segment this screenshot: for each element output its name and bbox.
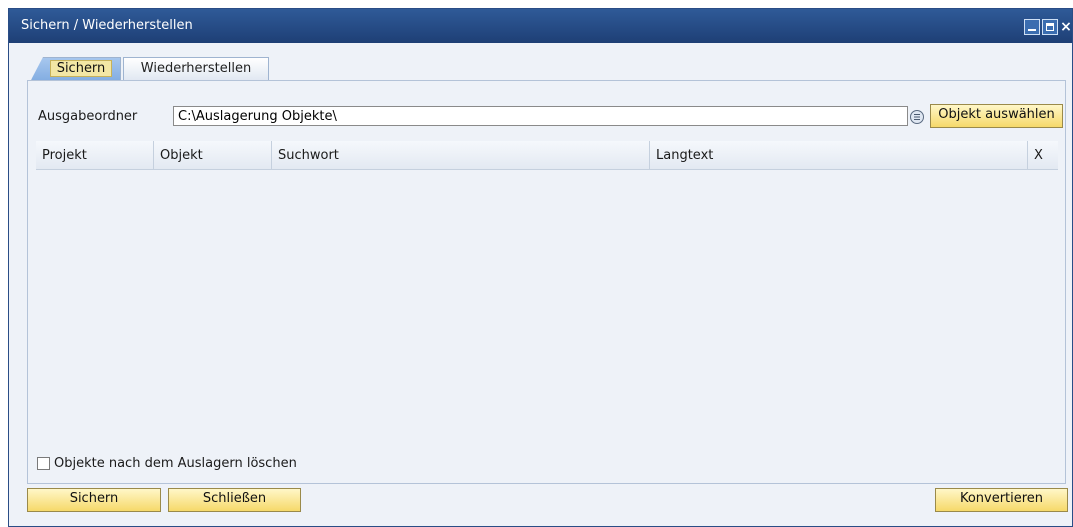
tab-sichern-label: Sichern [49,60,113,77]
save-button[interactable]: Sichern [27,488,161,512]
dialog-window: Sichern / Wiederherstellen × Sichern Wie… [8,8,1073,527]
column-x[interactable]: X [1028,141,1058,170]
output-folder-label: Ausgabeordner [38,109,138,124]
minimize-icon[interactable] [1024,19,1040,35]
list-icon[interactable] [910,110,924,124]
objects-table: Projekt Objekt Suchwort Langtext X [36,141,1058,481]
tab-sichern[interactable]: Sichern [31,57,121,80]
tab-panel: Ausgabeordner Objekt auswählen Projekt O… [27,80,1066,484]
title-bar[interactable]: Sichern / Wiederherstellen × [9,9,1072,43]
maximize-icon[interactable] [1042,19,1058,35]
delete-after-export-checkbox[interactable] [37,457,50,470]
table-header: Projekt Objekt Suchwort Langtext X [36,141,1058,170]
delete-after-export-option[interactable]: Objekte nach dem Auslagern löschen [37,456,297,471]
close-button[interactable]: Schließen [168,488,301,512]
window-controls: × [1024,19,1072,35]
convert-button[interactable]: Konvertieren [935,488,1068,512]
column-objekt[interactable]: Objekt [154,141,272,170]
column-suchwort[interactable]: Suchwort [272,141,650,170]
column-langtext[interactable]: Langtext [650,141,1028,170]
select-object-button[interactable]: Objekt auswählen [930,104,1063,128]
output-folder-input[interactable] [173,106,908,126]
delete-after-export-label: Objekte nach dem Auslagern löschen [54,456,297,471]
close-icon[interactable]: × [1060,19,1072,35]
column-projekt[interactable]: Projekt [36,141,154,170]
tab-wiederherstellen[interactable]: Wiederherstellen [123,57,269,80]
window-title: Sichern / Wiederherstellen [21,18,193,33]
